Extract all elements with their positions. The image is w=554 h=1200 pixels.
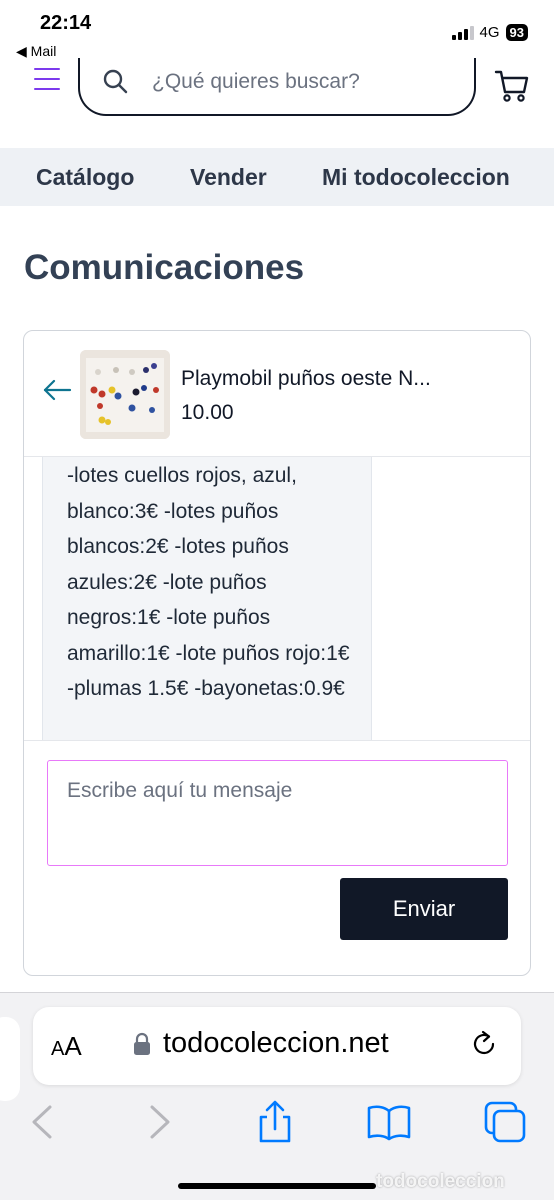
send-button[interactable]: Enviar (340, 878, 508, 940)
status-time: 22:14 (40, 12, 92, 34)
search-icon (103, 69, 128, 94)
site-header: ¿Qué quieres buscar? (0, 58, 554, 148)
message-input[interactable]: Escribe aquí tu mensaje (47, 760, 508, 866)
product-title[interactable]: Playmobil puños oeste N... (181, 367, 431, 391)
url-text: todocoleccion.net (163, 1027, 389, 1059)
lock-icon (134, 1032, 150, 1055)
forward-nav-icon[interactable] (136, 1099, 182, 1145)
product-price: 10.00 (181, 401, 234, 424)
network-type: 4G (479, 24, 500, 41)
reader-settings-button[interactable]: AA (51, 1031, 82, 1062)
watermark: todocoleccion (376, 1171, 505, 1192)
back-nav-icon[interactable] (20, 1099, 66, 1145)
status-bar: 22:14 ◀ Mail 4G 93 (0, 0, 554, 62)
message-bubble: -lotes cuellos rojos, azul, blanco:3€ -l… (42, 457, 372, 740)
nav-item-vender[interactable]: Vender (190, 164, 267, 191)
tabs-icon[interactable] (482, 1099, 528, 1145)
search-placeholder: ¿Qué quieres buscar? (152, 70, 360, 93)
reload-icon[interactable] (469, 1029, 499, 1059)
aa-big: A (64, 1031, 82, 1061)
page-title: Comunicaciones (24, 248, 305, 287)
cart-icon[interactable] (494, 68, 530, 104)
browser-toolbar: AA todocoleccion.net todocoleccion (0, 992, 554, 1200)
product-thumbnail[interactable] (80, 350, 170, 439)
message-list[interactable]: -lotes cuellos rojos, azul, blanco:3€ -l… (24, 457, 530, 741)
main-nav: Catálogo Vender Mi todocoleccion (0, 148, 554, 206)
search-input[interactable]: ¿Qué quieres buscar? (78, 58, 476, 116)
home-indicator[interactable] (178, 1183, 376, 1189)
message-text: -lotes cuellos rojos, azul, blanco:3€ -l… (67, 464, 350, 700)
nav-item-catalogo[interactable]: Catálogo (36, 164, 134, 191)
share-icon[interactable] (252, 1099, 298, 1145)
menu-icon[interactable] (34, 68, 60, 90)
aa-small: A (51, 1038, 65, 1060)
status-indicators: 4G 93 (451, 24, 528, 41)
back-arrow-icon[interactable] (42, 377, 72, 403)
conversation-card: Playmobil puños oeste N... 10.00 -lotes … (23, 330, 531, 976)
message-input-placeholder: Escribe aquí tu mensaje (67, 779, 293, 802)
signal-icon (451, 25, 474, 40)
previous-tab-peek[interactable] (0, 1017, 20, 1101)
address-bar[interactable]: AA todocoleccion.net (33, 1007, 521, 1085)
product-image (80, 350, 170, 439)
conversation-header: Playmobil puños oeste N... 10.00 (24, 331, 530, 457)
bookmarks-icon[interactable] (366, 1099, 412, 1145)
nav-item-mi-todocoleccion[interactable]: Mi todocoleccion (322, 164, 510, 191)
battery-indicator: 93 (505, 24, 528, 41)
